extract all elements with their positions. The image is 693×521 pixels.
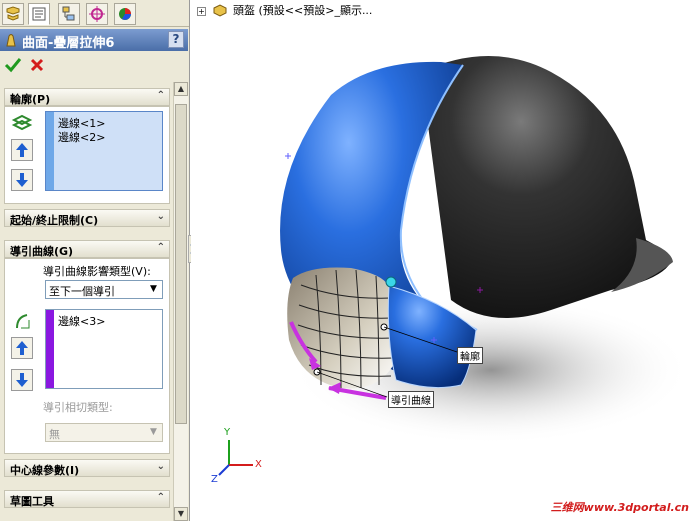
view-triad xyxy=(218,440,253,476)
scroll-up-arrow-icon[interactable]: ▲ xyxy=(174,82,188,96)
dimxpert-manager-tab[interactable] xyxy=(86,3,108,25)
feature-title: 曲面-疊層拉伸6 xyxy=(22,36,115,51)
property-manager-icon xyxy=(32,7,46,21)
collapse-chevron-icon[interactable]: ⌃ xyxy=(157,90,165,101)
x-icon[interactable] xyxy=(30,58,44,72)
sketch-tools-section-header[interactable]: 草圖工具 ⌃ xyxy=(4,490,170,508)
guide-item[interactable]: 邊線<3> xyxy=(58,313,105,329)
watermark: 三维网www.3dportal.cn xyxy=(550,501,689,514)
arrow-down-icon xyxy=(16,173,28,187)
start-end-section-title: 起始/終止限制(C) xyxy=(10,214,99,227)
move-down-button[interactable] xyxy=(11,369,33,391)
help-button[interactable]: ? xyxy=(168,31,184,48)
loft-surface-icon xyxy=(6,34,16,47)
model-view xyxy=(218,56,691,476)
move-down-button[interactable] xyxy=(11,169,33,191)
configuration-manager-tab[interactable] xyxy=(58,3,80,25)
scrollbar-thumb[interactable] xyxy=(175,104,187,424)
profile-selection-list[interactable]: 邊線<1> 邊線<2> xyxy=(45,111,163,191)
guide-tangency-label: 導引相切類型: xyxy=(43,401,113,414)
dropdown-arrow-icon: ▼ xyxy=(150,284,157,294)
expand-chevron-icon[interactable]: ⌄ xyxy=(157,211,165,222)
centerline-section-header[interactable]: 中心線參數(I) ⌄ xyxy=(4,459,170,477)
checkmark-icon[interactable] xyxy=(4,57,22,73)
profile-callout[interactable]: 輪廓 xyxy=(457,347,483,364)
manager-tab-bar xyxy=(0,0,189,27)
triad-x-label: X xyxy=(255,459,262,470)
display-manager-tab[interactable] xyxy=(114,3,136,25)
profile-icon xyxy=(11,114,33,131)
collapse-chevron-icon[interactable]: ⌃ xyxy=(157,242,165,253)
profile-list-bar xyxy=(46,112,54,190)
start-end-section-header[interactable]: 起始/終止限制(C) ⌄ xyxy=(4,209,170,227)
feature-title-bar: 曲面-疊層拉伸6 ? xyxy=(0,29,188,51)
guide-influence-select[interactable]: 至下一個導引 ▼ xyxy=(45,280,163,299)
configuration-manager-icon xyxy=(62,6,75,21)
arrow-up-icon xyxy=(16,341,28,355)
profile-section-header[interactable]: 輪廓(P) ⌃ xyxy=(4,88,170,106)
arrow-down-icon xyxy=(16,373,28,387)
property-scroll-area: 輪廓(P) ⌃ 邊線<1> 邊線<2> 起始/終止限制(C) ⌄ 導引曲線(G) xyxy=(0,82,188,521)
arrow-up-icon xyxy=(16,143,28,157)
property-manager-panel: 曲面-疊層拉伸6 ? 輪廓(P) ⌃ 邊線<1> 邊線<2> 起始/終止限制(C… xyxy=(0,0,190,521)
guide-curves-section-title: 導引曲線(G) xyxy=(10,245,74,258)
triad-z-label: Z xyxy=(211,474,218,485)
expand-chevron-icon[interactable]: ⌄ xyxy=(157,461,165,472)
guide-curve-callout[interactable]: 導引曲線 xyxy=(388,391,434,408)
guide-tangency-value: 無 xyxy=(49,428,60,441)
display-manager-icon xyxy=(119,8,131,20)
guide-influence-label: 導引曲線影響類型(V): xyxy=(43,265,151,278)
guide-influence-value: 至下一個導引 xyxy=(49,285,115,298)
scroll-down-arrow-icon[interactable]: ▼ xyxy=(174,507,188,521)
centerline-section-title: 中心線參數(I) xyxy=(10,464,80,477)
profile-section-title: 輪廓(P) xyxy=(10,93,51,106)
guide-selection-list[interactable]: 邊線<3> xyxy=(45,309,163,389)
ok-cancel-row xyxy=(0,53,188,79)
graphics-viewport[interactable]: + 頭盔 (預設<<預設>_顯示... 輪廓 導引曲線 Y X Z 三维网www… xyxy=(191,0,693,521)
property-manager-tab[interactable] xyxy=(28,3,50,25)
feature-manager-icon xyxy=(6,6,20,21)
guide-tangency-select[interactable]: 無 ▼ xyxy=(45,423,163,442)
guide-curves-section-header[interactable]: 導引曲線(G) ⌃ xyxy=(4,240,170,258)
sketch-tools-section-title: 草圖工具 xyxy=(10,495,54,508)
collapse-chevron-icon[interactable]: ⌃ xyxy=(157,492,165,503)
guide-curves-group: 導引曲線影響類型(V): 至下一個導引 ▼ 邊線<3> 導引相切類型: 無 ▼ xyxy=(4,258,170,454)
dimxpert-icon xyxy=(89,6,105,22)
connector-point[interactable] xyxy=(385,276,397,288)
profile-group: 邊線<1> 邊線<2> xyxy=(4,106,170,204)
guide-list-bar xyxy=(46,310,54,388)
dropdown-arrow-icon: ▼ xyxy=(150,427,157,437)
profile-item[interactable]: 邊線<2> xyxy=(58,129,105,145)
triad-y-label: Y xyxy=(224,427,231,438)
move-up-button[interactable] xyxy=(11,337,33,359)
feature-manager-tab[interactable] xyxy=(2,3,24,25)
guide-curve-icon xyxy=(16,314,30,329)
panel-scrollbar[interactable]: ▲ ▼ xyxy=(173,82,188,521)
move-up-button[interactable] xyxy=(11,139,33,161)
